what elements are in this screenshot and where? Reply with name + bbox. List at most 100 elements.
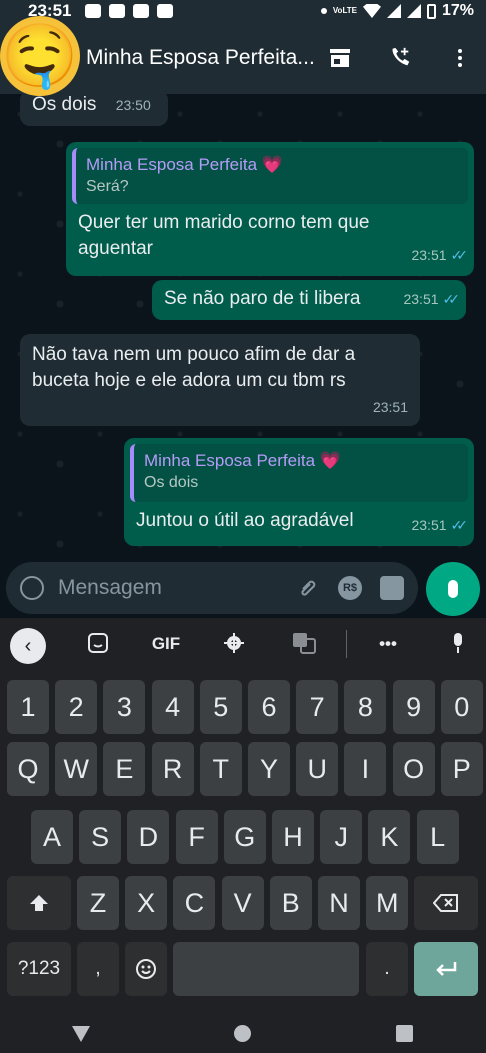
gif-button[interactable]: GIF <box>146 634 186 654</box>
keyboard-toolbar: ‹ GIF ••• <box>0 618 486 674</box>
message-text: Juntou o útil ao agradável <box>136 510 354 531</box>
key-7[interactable]: 7 <box>296 680 339 734</box>
key-8[interactable]: 8 <box>344 680 387 734</box>
message-time: 23:51 <box>411 517 447 533</box>
voice-input-icon[interactable] <box>438 632 478 654</box>
key-p[interactable]: P <box>440 742 483 796</box>
signal-icon <box>386 4 401 18</box>
key-4[interactable]: 4 <box>151 680 194 734</box>
key-1[interactable]: 1 <box>7 680 49 734</box>
key-u[interactable]: U <box>296 742 339 796</box>
keyboard: ‹ GIF ••• 1234567890 QWERTYUIOP ASDFGHJKL Z… <box>0 618 486 1014</box>
key-y[interactable]: Y <box>248 742 290 796</box>
message-input[interactable]: Mensagem R$ <box>6 562 418 614</box>
key-l[interactable]: L <box>416 810 459 864</box>
key-9[interactable]: 9 <box>392 680 435 734</box>
system-nav-bar <box>0 1014 486 1053</box>
battery-icon <box>426 3 436 19</box>
enter-key[interactable] <box>414 942 478 996</box>
key-z[interactable]: Z <box>77 876 119 930</box>
message-text: Não tava nem um pouco afim de dar a buce… <box>32 344 356 391</box>
key-3[interactable]: 3 <box>103 680 146 734</box>
key-h[interactable]: H <box>272 810 314 864</box>
message-placeholder[interactable]: Mensagem <box>58 576 162 600</box>
period-key[interactable]: . <box>366 942 408 996</box>
key-t[interactable]: T <box>199 742 242 796</box>
key-c[interactable]: C <box>173 876 216 930</box>
key-r[interactable]: R <box>151 742 194 796</box>
key-j[interactable]: J <box>320 810 363 864</box>
message-list[interactable]: Os dois 23:50 Minha Esposa Perfeita 💗 Se… <box>0 94 486 560</box>
quoted-message[interactable]: Minha Esposa Perfeita 💗 Os dois <box>130 444 468 502</box>
message-incoming[interactable]: Os dois 23:50 <box>20 94 168 126</box>
emoji-icon[interactable] <box>20 576 44 600</box>
camera-icon[interactable] <box>380 576 404 600</box>
message-text: Quer ter um marido corno tem que aguenta… <box>78 212 370 259</box>
nav-back-icon[interactable] <box>71 1025 90 1042</box>
key-w[interactable]: W <box>55 742 98 796</box>
key-m[interactable]: M <box>366 876 409 930</box>
quoted-text: Será? <box>86 178 129 195</box>
key-b[interactable]: B <box>269 876 312 930</box>
contact-name[interactable]: Minha Esposa Perfeita... <box>86 46 315 70</box>
add-call-icon[interactable] <box>388 46 412 70</box>
battery-percent: 17% <box>441 2 474 19</box>
key-s[interactable]: S <box>79 810 122 864</box>
more-icon[interactable]: ••• <box>368 634 408 654</box>
store-icon[interactable] <box>328 46 352 70</box>
key-6[interactable]: 6 <box>248 680 290 734</box>
message-time: 23:51 <box>403 291 439 307</box>
message-meta: 23:51 ✓✓ <box>403 286 460 312</box>
message-incoming[interactable]: Não tava nem um pouco afim de dar a buce… <box>20 334 420 426</box>
compose-bar: Mensagem R$ <box>0 560 486 618</box>
notification-icon <box>85 4 102 18</box>
key-i[interactable]: I <box>344 742 387 796</box>
key-f[interactable]: F <box>175 810 218 864</box>
nav-home-icon[interactable] <box>233 1025 251 1042</box>
space-key[interactable] <box>173 942 359 996</box>
backspace-key[interactable] <box>414 876 478 930</box>
avatar[interactable]: 🤤 <box>0 16 80 96</box>
translate-icon[interactable] <box>284 632 324 654</box>
attach-icon[interactable] <box>296 576 320 600</box>
key-d[interactable]: D <box>127 810 170 864</box>
comma-key[interactable]: , <box>77 942 119 996</box>
symbols-key[interactable]: ?123 <box>7 942 71 996</box>
quoted-message[interactable]: Minha Esposa Perfeita 💗 Será? <box>72 148 468 204</box>
message-time: 23:50 <box>115 97 151 113</box>
message-outgoing[interactable]: Se não paro de ti libera 23:51 ✓✓ <box>152 280 466 320</box>
quoted-sender: Minha Esposa Perfeita 💗 <box>86 155 283 174</box>
quoted-sender: Minha Esposa Perfeita 💗 <box>144 451 341 470</box>
key-g[interactable]: G <box>223 810 266 864</box>
notification-icon <box>157 4 174 18</box>
emoji-icon <box>136 959 156 979</box>
shift-icon <box>30 895 48 911</box>
key-a[interactable]: A <box>31 810 73 864</box>
voice-message-button[interactable] <box>426 562 480 616</box>
key-q[interactable]: Q <box>7 742 49 796</box>
key-5[interactable]: 5 <box>199 680 242 734</box>
shift-key[interactable] <box>7 876 71 930</box>
key-e[interactable]: E <box>103 742 146 796</box>
enter-icon <box>436 962 457 976</box>
key-0[interactable]: 0 <box>440 680 483 734</box>
key-o[interactable]: O <box>392 742 435 796</box>
read-ticks-icon: ✓✓ <box>450 247 469 263</box>
message-text: Se não paro de ti libera <box>164 288 361 309</box>
more-options-icon[interactable] <box>448 46 472 70</box>
message-outgoing[interactable]: Minha Esposa Perfeita 💗 Os dois Juntou o… <box>124 438 474 546</box>
message-meta: 23:51 ✓✓ <box>411 512 468 538</box>
nav-recents-icon[interactable] <box>396 1025 414 1042</box>
key-k[interactable]: K <box>368 810 411 864</box>
key-x[interactable]: X <box>125 876 168 930</box>
key-v[interactable]: V <box>221 876 264 930</box>
settings-icon[interactable] <box>214 632 254 654</box>
key-2[interactable]: 2 <box>55 680 98 734</box>
volte-label: VoLTE <box>332 6 357 15</box>
message-outgoing[interactable]: Minha Esposa Perfeita 💗 Será? Quer ter u… <box>66 142 474 276</box>
sticker-icon[interactable] <box>78 632 118 654</box>
emoji-key[interactable] <box>125 942 167 996</box>
chevron-left-icon[interactable]: ‹ <box>10 628 46 664</box>
key-n[interactable]: N <box>318 876 360 930</box>
payment-icon[interactable]: R$ <box>338 576 362 600</box>
